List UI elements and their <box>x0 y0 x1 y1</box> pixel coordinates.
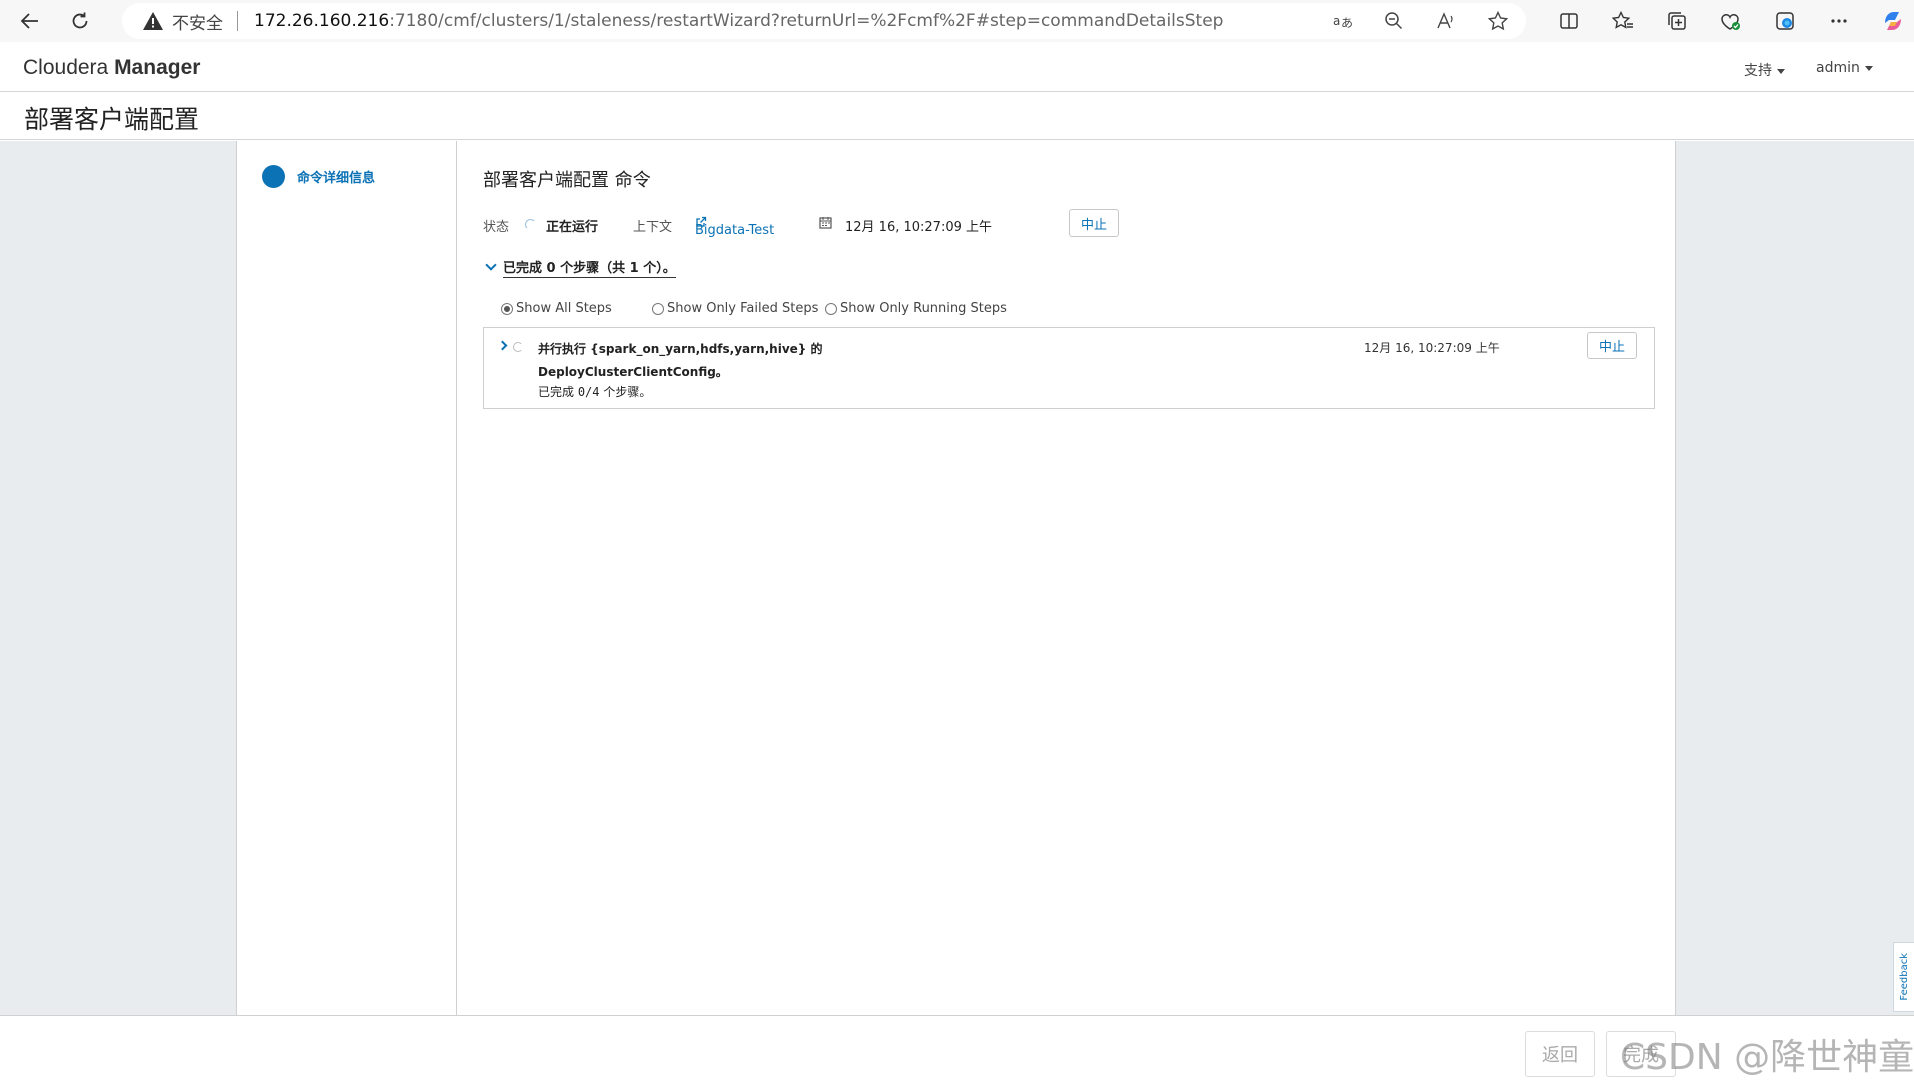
running-spinner-icon <box>513 342 523 352</box>
filter-all-steps[interactable]: Show All Steps <box>501 301 612 316</box>
running-spinner-icon <box>525 219 536 230</box>
edge-sidebar-icon[interactable] <box>1758 0 1812 42</box>
svg-text:あ: あ <box>1341 16 1352 30</box>
filter-label: Show Only Failed Steps <box>667 301 819 316</box>
back-button[interactable]: 返回 <box>1525 1031 1595 1077</box>
caret-down-icon <box>1777 68 1785 74</box>
radio-unselected <box>825 302 837 315</box>
url-host: 172.26.160.216 <box>254 11 390 31</box>
step-indicator-icon <box>262 165 285 188</box>
zoom-out-icon[interactable] <box>1382 9 1406 33</box>
command-status-row: 状态 正在运行 上下文 Bigdata-Test 12月 16, 10:27:0… <box>483 209 1653 239</box>
feedback-label: Feedback <box>1898 953 1910 1001</box>
favorite-star-icon[interactable] <box>1486 9 1510 33</box>
warning-icon <box>143 12 163 30</box>
address-bar[interactable]: 不安全 172.26.160.216:7180/cmf/clusters/1/s… <box>122 3 1526 39</box>
step-timestamp: 12月 16, 10:27:09 上午 <box>1364 341 1500 355</box>
step-progress: 已完成 0/4 个步骤。 <box>538 383 651 400</box>
context-link[interactable]: Bigdata-Test <box>695 216 774 238</box>
step-row: 并行执行 {spark_on_yarn,hdfs,yarn,hive} 的 De… <box>483 327 1655 409</box>
command-timestamp: 12月 16, 10:27:09 上午 <box>845 220 992 235</box>
divider <box>237 11 238 31</box>
radio-selected <box>501 302 513 315</box>
abort-step-button[interactable]: 中止 <box>1587 332 1638 359</box>
insecure-label: 不安全 <box>172 13 223 34</box>
support-menu[interactable]: 支持 <box>1744 60 1785 80</box>
wizard-step-command-details[interactable]: 命令详细信息 <box>297 167 375 186</box>
watermark: CSDN @降世神童 <box>1620 1037 1914 1078</box>
feedback-tab[interactable]: Feedback <box>1893 942 1914 1012</box>
brand-name: Cloudera <box>23 56 115 79</box>
filter-failed-steps[interactable]: Show Only Failed Steps <box>652 301 818 316</box>
steps-summary: 已完成 0 个步骤（共 1 个）。 <box>503 261 676 278</box>
browser-toolbar: 不安全 172.26.160.216:7180/cmf/clusters/1/s… <box>0 0 1914 42</box>
command-title: 部署客户端配置 命令 <box>483 170 651 191</box>
back-arrow-icon[interactable] <box>12 3 48 39</box>
copilot-icon[interactable] <box>1866 0 1914 42</box>
favorites-icon[interactable] <box>1596 0 1650 42</box>
filter-label: Show All Steps <box>516 301 612 316</box>
status-label: 状态 <box>483 220 510 235</box>
url-path: :7180/cmf/clusters/1/staleness/restartWi… <box>389 11 1224 31</box>
collections-icon[interactable] <box>1650 0 1704 42</box>
more-options-icon[interactable] <box>1812 0 1866 42</box>
context-link-text: Bigdata-Test <box>695 223 775 238</box>
context-label: 上下文 <box>633 220 673 235</box>
step-desc-line: 并行执行 {spark_on_yarn,hdfs,yarn,hive} 的 <box>538 342 823 356</box>
step-progress-prefix: 已完成 <box>538 385 578 399</box>
radio-unselected <box>652 302 664 315</box>
svg-text:a: a <box>1333 14 1340 28</box>
app-header: Cloudera Manager 支持 admin <box>0 44 1914 92</box>
wizard-step-nav: 命令详细信息 <box>237 141 457 1015</box>
brand-logo[interactable]: Cloudera Manager <box>23 56 200 80</box>
steps-summary-toggle[interactable]: 已完成 0 个步骤（共 1 个）。 <box>483 257 676 281</box>
filter-label: Show Only Running Steps <box>840 301 1007 316</box>
filter-running-steps[interactable]: Show Only Running Steps <box>825 301 1007 316</box>
status-value: 正在运行 <box>546 220 599 235</box>
brand-name-bold: Manager <box>114 56 201 79</box>
caret-down-icon <box>1864 65 1873 71</box>
page-title: 部署客户端配置 <box>24 105 200 134</box>
calendar-icon <box>819 216 832 233</box>
translate-icon[interactable]: aあ <box>1330 9 1354 33</box>
user-label: admin <box>1816 60 1860 76</box>
step-desc-line: DeployClusterClientConfig。 <box>538 365 728 379</box>
read-aloud-icon[interactable] <box>1434 9 1458 33</box>
browser-essentials-icon[interactable] <box>1704 0 1758 42</box>
step-description: 并行执行 {spark_on_yarn,hdfs,yarn,hive} 的 De… <box>538 338 858 384</box>
step-progress-count: 0/4 <box>577 385 600 399</box>
split-screen-icon[interactable] <box>1542 0 1596 42</box>
reload-icon[interactable] <box>62 3 98 39</box>
page-title-bar: 部署客户端配置 <box>0 92 1914 140</box>
user-menu[interactable]: admin <box>1816 60 1873 76</box>
chevron-down-icon <box>485 259 497 271</box>
expand-chevron-icon[interactable] <box>497 340 508 351</box>
wizard-panel: 命令详细信息 部署客户端配置 命令 状态 正在运行 上下文 Bigdata-Te… <box>236 141 1676 1015</box>
step-progress-suffix: 个步骤。 <box>599 385 652 399</box>
abort-command-button[interactable]: 中止 <box>1069 209 1120 237</box>
support-label: 支持 <box>1744 63 1772 79</box>
